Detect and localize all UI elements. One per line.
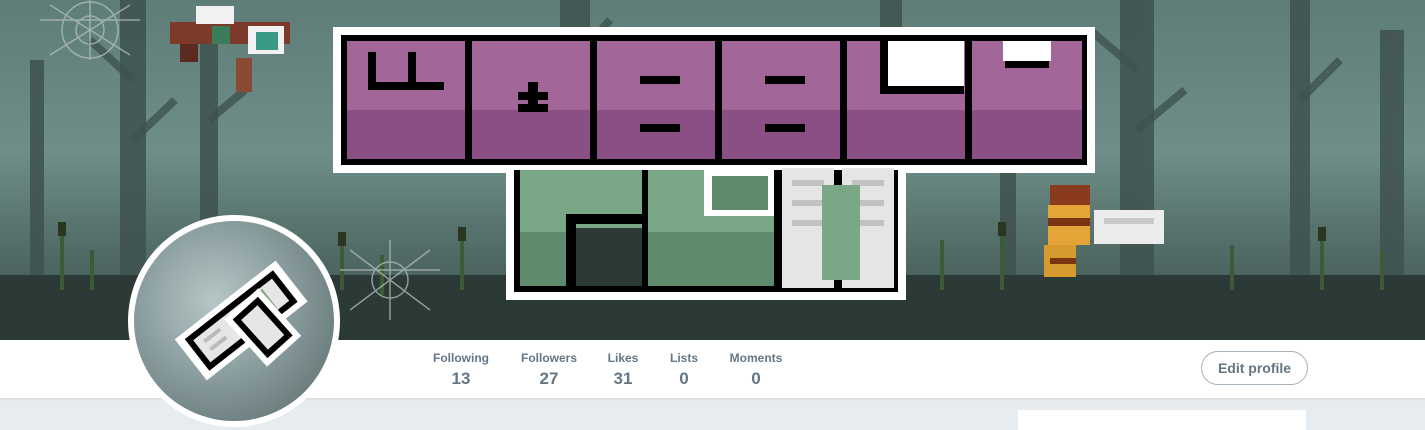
fly-wing-icon <box>174 260 308 381</box>
avatar-image <box>134 221 334 421</box>
stat-value: 13 <box>451 369 471 388</box>
stat-following[interactable]: Following 13 <box>428 350 494 390</box>
stat-label: Moments <box>729 351 783 365</box>
stat-label: Lists <box>669 351 698 365</box>
stat-label: Following <box>433 351 489 365</box>
stat-value: 0 <box>751 369 761 388</box>
stat-value: 27 <box>539 369 559 388</box>
stat-value: 31 <box>613 369 633 388</box>
stat-value: 0 <box>679 369 689 388</box>
stat-moments[interactable]: Moments 0 <box>724 350 788 390</box>
stat-label: Likes <box>607 351 639 365</box>
stat-followers[interactable]: Followers 27 <box>516 350 582 390</box>
stat-likes[interactable]: Likes 31 <box>602 350 644 390</box>
avatar[interactable] <box>128 215 340 427</box>
stat-lists[interactable]: Lists 0 <box>664 350 704 390</box>
logo-wobbly <box>333 27 1095 173</box>
sidebar-card <box>1018 410 1306 430</box>
logo-fly <box>506 165 906 300</box>
dragonfly-icon <box>170 6 290 92</box>
stat-label: Followers <box>520 351 577 365</box>
edit-profile-button[interactable]: Edit profile <box>1201 351 1308 385</box>
